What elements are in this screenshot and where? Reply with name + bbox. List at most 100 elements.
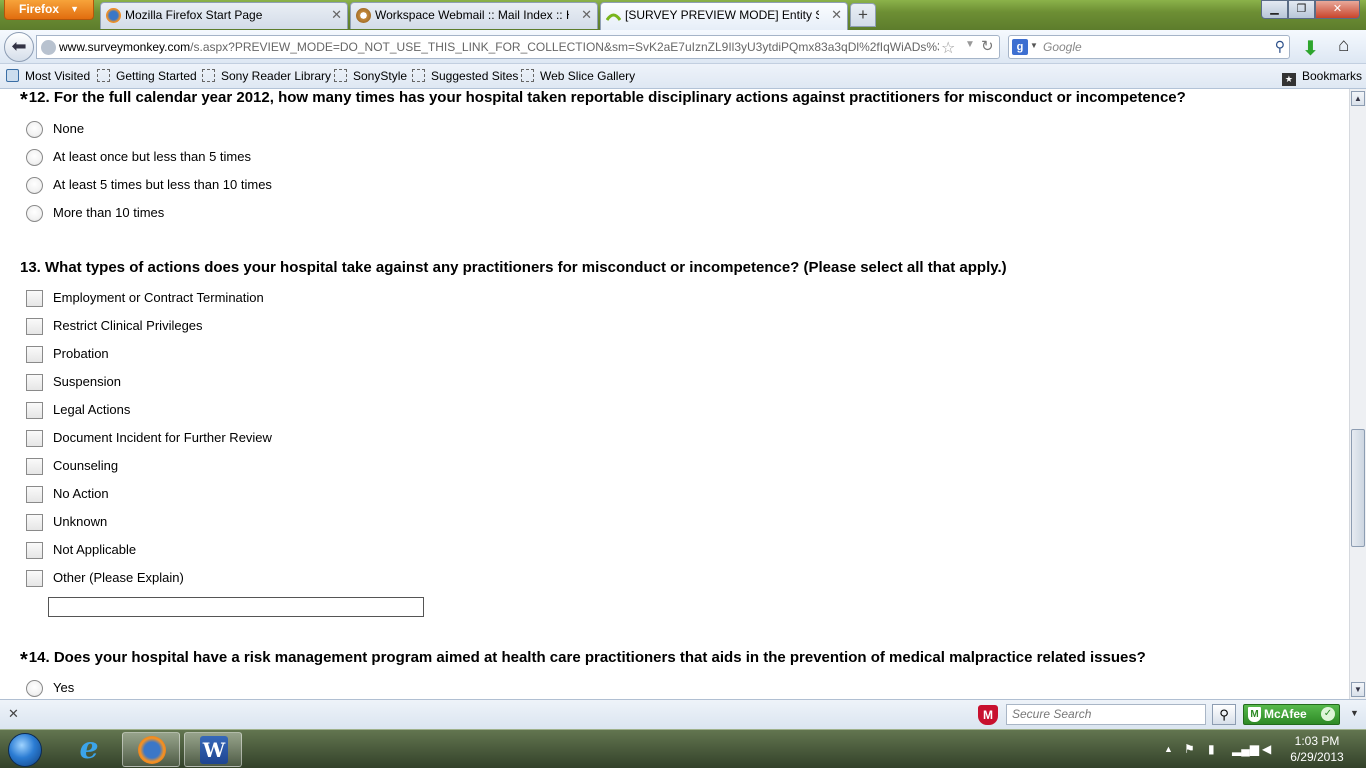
reload-icon[interactable]: ↻: [981, 37, 994, 55]
restore-icon: ❐: [1296, 3, 1307, 15]
home-icon[interactable]: ⌂: [1338, 35, 1349, 57]
checkbox[interactable]: [26, 458, 43, 475]
clock-date: 6/29/2013: [1290, 750, 1344, 764]
radio-button[interactable]: [26, 149, 43, 166]
url-text: www.surveymonkey.com/s.aspx?PREVIEW_MODE…: [59, 36, 939, 58]
checkbox[interactable]: [26, 570, 43, 587]
tab-label: Mozilla Firefox Start Page: [125, 8, 263, 22]
tab-firefox-start[interactable]: Mozilla Firefox Start Page ✕: [100, 2, 348, 29]
taskbar-firefox[interactable]: [122, 732, 180, 767]
download-arrow-icon[interactable]: ⬇: [1302, 36, 1319, 61]
minimize-button[interactable]: ▁: [1261, 0, 1288, 19]
radio-button[interactable]: [26, 205, 43, 222]
arrow-up-icon: ▲: [1354, 94, 1362, 103]
checkbox[interactable]: [26, 542, 43, 559]
close-icon[interactable]: ✕: [581, 3, 592, 27]
option-label: No Action: [53, 486, 109, 501]
checkbox[interactable]: [26, 290, 43, 307]
mcafee-shield-icon[interactable]: M: [978, 705, 998, 725]
taskbar-internet-explorer[interactable]: e: [60, 732, 118, 767]
search-bar[interactable]: g ▼ Google ⚲: [1008, 35, 1290, 59]
option-label: Legal Actions: [53, 402, 131, 417]
taskbar-word[interactable]: W: [184, 732, 242, 767]
url-domain: www.surveymonkey.com: [59, 40, 191, 54]
option-label: Yes: [53, 680, 75, 695]
bookmark-web-slice-gallery[interactable]: Web Slice Gallery: [521, 64, 635, 88]
bookmark-star-icon[interactable]: ☆: [941, 38, 955, 58]
bookmarks-icon: ★: [1281, 73, 1296, 86]
checkbox[interactable]: [26, 374, 43, 391]
start-button[interactable]: [4, 731, 48, 768]
clock[interactable]: 1:03 PM 6/29/2013: [1282, 733, 1352, 765]
bookmark-suggested-sites[interactable]: Suggested Sites: [412, 64, 518, 88]
chevron-down-icon[interactable]: ▼: [1030, 41, 1038, 50]
bookmarks-menu-label: Bookmarks: [1301, 69, 1362, 83]
close-icon[interactable]: ✕: [831, 3, 842, 27]
question-14-title: *14. Does your hospital have a risk mana…: [20, 649, 1146, 672]
close-icon[interactable]: ✕: [331, 3, 342, 27]
checkbox[interactable]: [26, 346, 43, 363]
radio-button[interactable]: [26, 680, 43, 697]
close-icon: ✕: [1332, 3, 1343, 15]
webmail-icon: [356, 8, 371, 23]
bookmark-sony-reader-library[interactable]: Sony Reader Library: [202, 64, 331, 88]
mcafee-siteadvisor-badge[interactable]: M McAfee ✓: [1243, 704, 1340, 725]
bookmark-label: Suggested Sites: [431, 69, 519, 83]
network-signal-icon[interactable]: ▂▄▆: [1232, 742, 1259, 756]
bookmark-label: Getting Started: [116, 69, 197, 83]
volume-icon[interactable]: ◀: [1262, 742, 1271, 756]
scroll-down-button[interactable]: ▼: [1351, 682, 1365, 697]
chevron-down-icon[interactable]: ▼: [1350, 708, 1359, 718]
battery-icon[interactable]: ▮: [1208, 742, 1215, 756]
option-label: None: [53, 121, 85, 136]
secure-search-placeholder: Secure Search: [1012, 707, 1092, 721]
checkbox[interactable]: [26, 402, 43, 419]
secure-search-button[interactable]: ⚲: [1212, 704, 1236, 725]
tab-webmail[interactable]: Workspace Webmail :: Mail Index :: H... …: [350, 2, 598, 29]
radio-button[interactable]: [26, 121, 43, 138]
checkbox[interactable]: [26, 486, 43, 503]
url-dropdown-icon[interactable]: ▼: [965, 39, 975, 50]
window-controls: ▁ ❐ ✕: [1261, 0, 1360, 19]
tray-expand-icon[interactable]: ▲: [1164, 744, 1173, 754]
close-icon[interactable]: ✕: [8, 706, 19, 722]
minimize-icon: ▁: [1270, 3, 1279, 15]
google-icon[interactable]: g: [1012, 39, 1028, 55]
bookmark-most-visited[interactable]: Most Visited: [6, 64, 90, 88]
magnifier-icon[interactable]: ⚲: [1275, 38, 1285, 55]
option-label: Counseling: [53, 458, 119, 473]
url-bar[interactable]: www.surveymonkey.com/s.aspx?PREVIEW_MODE…: [36, 35, 1000, 59]
magnifier-icon: ⚲: [1219, 707, 1229, 722]
bookmark-label: Web Slice Gallery: [540, 69, 636, 83]
scroll-up-button[interactable]: ▲: [1351, 91, 1365, 106]
tab-strip: Firefox ▼ Mozilla Firefox Start Page ✕ W…: [0, 0, 1366, 30]
new-tab-button[interactable]: +: [850, 3, 876, 27]
radio-button[interactable]: [26, 177, 43, 194]
vertical-scrollbar[interactable]: ▲ ▼: [1349, 89, 1366, 699]
checkbox[interactable]: [26, 430, 43, 447]
chevron-down-icon: ▼: [70, 4, 79, 14]
option-label: Probation: [53, 346, 109, 361]
back-button[interactable]: ⬅: [4, 32, 34, 62]
bookmarks-toolbar: Most Visited Getting Started Sony Reader…: [0, 64, 1366, 89]
check-icon: ✓: [1321, 707, 1335, 721]
search-placeholder: Google: [1043, 40, 1082, 54]
checkbox[interactable]: [26, 318, 43, 335]
bookmark-sonystyle[interactable]: SonyStyle: [334, 64, 407, 88]
scrollbar-thumb[interactable]: [1351, 429, 1365, 547]
question-text: 12. For the full calendar year 2012, how…: [28, 89, 1186, 106]
firefox-menu-label: Firefox: [19, 2, 60, 16]
checkbox[interactable]: [26, 514, 43, 531]
option-label: Restrict Clinical Privileges: [53, 318, 203, 333]
restore-button[interactable]: ❐: [1288, 0, 1315, 19]
close-window-button[interactable]: ✕: [1315, 0, 1360, 19]
tab-survey-preview[interactable]: [SURVEY PREVIEW MODE] Entity Surv... ✕: [600, 2, 848, 30]
bookmark-getting-started[interactable]: Getting Started: [97, 64, 197, 88]
bookmarks-menu-button[interactable]: ★ Bookmarks: [1281, 64, 1362, 88]
action-center-flag-icon[interactable]: ⚑: [1184, 742, 1195, 756]
page-icon: [521, 69, 534, 82]
other-explain-input[interactable]: [48, 597, 424, 617]
page-icon: [412, 69, 425, 82]
firefox-menu-button[interactable]: Firefox ▼: [4, 0, 94, 20]
secure-search-input[interactable]: Secure Search: [1006, 704, 1206, 725]
